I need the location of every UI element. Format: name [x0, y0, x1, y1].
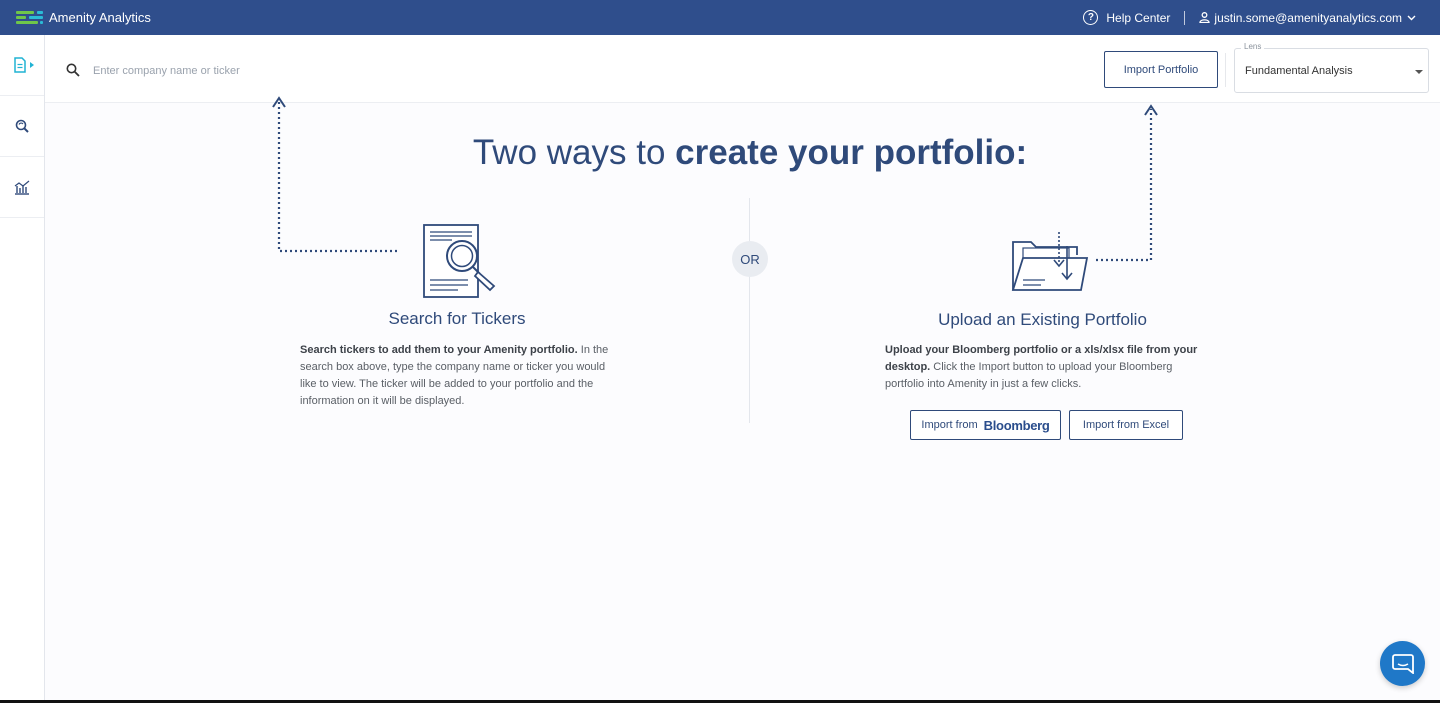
- upload-portfolio-title: Upload an Existing Portfolio: [938, 310, 1147, 329]
- import-from-label: Import from: [921, 419, 978, 431]
- center-divider: [749, 198, 750, 423]
- bloomberg-logo: Bloomberg: [983, 417, 1050, 433]
- right-guide-arrow: [1096, 104, 1158, 262]
- folder-download-illustration-icon: [1011, 232, 1089, 291]
- upload-portfolio-description: Upload your Bloomberg portfolio or a xls…: [885, 342, 1205, 393]
- page-title-bold: create your portfolio:: [675, 133, 1028, 172]
- import-from-bloomberg-button[interactable]: Import from Bloomberg: [910, 410, 1061, 440]
- search-tickers-description: Search tickers to add them to your Ameni…: [300, 342, 615, 410]
- chat-icon: [1391, 653, 1414, 674]
- import-from-excel-button[interactable]: Import from Excel: [1069, 410, 1183, 440]
- page-title: Two ways to create your portfolio:: [300, 133, 1200, 173]
- search-tickers-desc-bold: Search tickers to add them to your Ameni…: [300, 344, 578, 356]
- left-guide-arrow: [272, 96, 397, 253]
- page-title-light: Two ways to: [472, 133, 676, 172]
- document-search-illustration-icon: [423, 224, 496, 298]
- guide-arrows: [272, 96, 1158, 262]
- or-badge: OR: [732, 241, 768, 277]
- search-tickers-title: Search for Tickers: [388, 309, 526, 328]
- chat-launcher-button[interactable]: [1380, 641, 1425, 686]
